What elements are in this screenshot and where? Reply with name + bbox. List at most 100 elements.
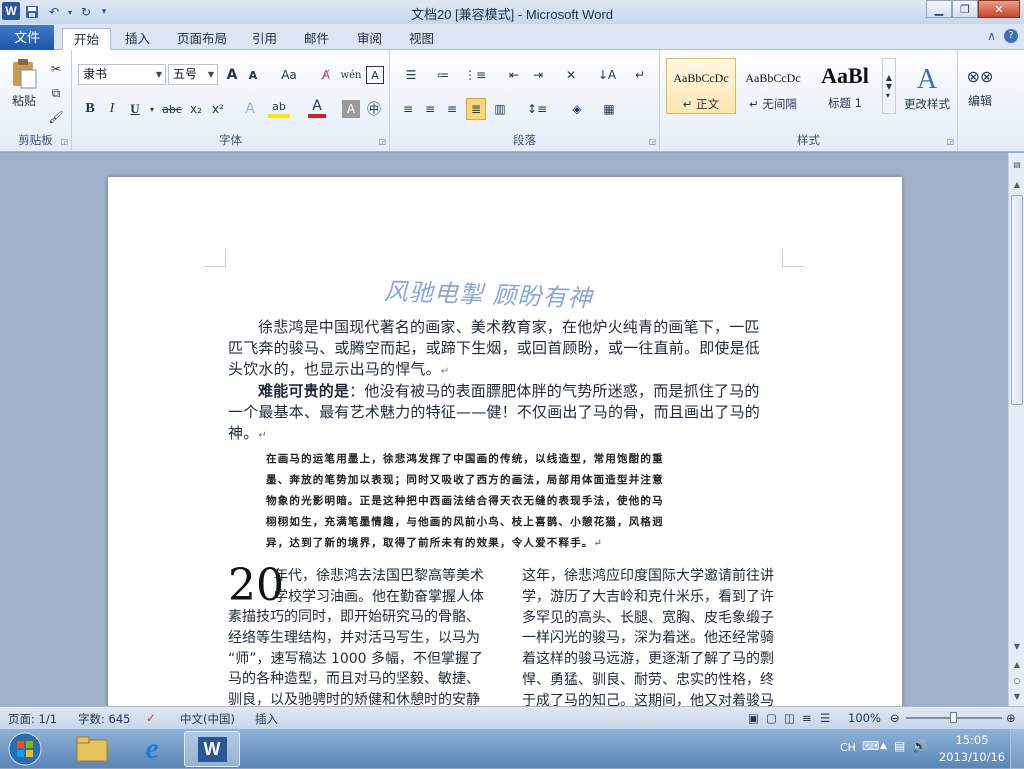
network-icon[interactable]: ▤ — [894, 739, 905, 753]
start-button[interactable] — [4, 731, 46, 767]
select-browse-object-icon[interactable]: ○ — [1011, 675, 1023, 687]
show-marks-icon[interactable]: ↵ — [630, 64, 650, 86]
save-icon[interactable] — [22, 2, 42, 22]
multilevel-list-icon[interactable]: ⋮≡ — [462, 64, 488, 86]
document-page[interactable]: 风驰电掣 顾盼有神 徐悲鸿是中国现代著名的画家、美术教育家，在他炉火纯青的画笔下… — [108, 177, 902, 706]
format-painter-icon[interactable]: 🖌 — [46, 106, 66, 128]
minimize-ribbon-icon[interactable]: ∧ — [987, 29, 996, 43]
tab-references[interactable]: 引用 — [241, 28, 288, 50]
proofing-icon[interactable]: ✓ — [146, 711, 156, 725]
redo-icon[interactable]: ↻ — [76, 2, 96, 22]
tab-review[interactable]: 审阅 — [346, 28, 393, 50]
numbering-icon[interactable]: ≔ — [430, 64, 456, 86]
word-app-icon[interactable]: W — [2, 2, 20, 20]
tab-home[interactable]: 开始 — [62, 28, 112, 51]
increase-indent-icon[interactable]: ⇥ — [528, 64, 548, 86]
font-launcher-icon[interactable]: ◲ — [378, 137, 386, 146]
superscript-button[interactable]: x² — [208, 98, 228, 120]
print-layout-view-icon[interactable]: ▣ — [748, 711, 759, 725]
paragraph-launcher-icon[interactable]: ◲ — [648, 137, 656, 146]
page-indicator[interactable]: 页面: 1/1 — [8, 711, 57, 727]
full-screen-view-icon[interactable]: ▢ — [766, 711, 777, 725]
align-center-icon[interactable]: ≡ — [420, 98, 440, 120]
ie-taskbar-icon[interactable]: e — [124, 731, 180, 767]
undo-icon[interactable]: ↶ — [44, 2, 64, 22]
bold-button[interactable]: B — [80, 98, 100, 120]
explorer-taskbar-icon[interactable] — [64, 731, 120, 767]
outline-view-icon[interactable]: ≡ — [802, 711, 812, 725]
volume-icon[interactable]: 🔊 — [912, 739, 927, 753]
change-styles-button[interactable]: A 更改样式 — [900, 56, 954, 120]
sort-icon[interactable]: ↓A — [596, 64, 618, 86]
styles-scroll[interactable]: ▲ ▼ ▾ — [882, 58, 896, 114]
customize-qat-icon[interactable]: ▾ — [98, 2, 110, 22]
grow-font-icon[interactable]: A — [222, 64, 242, 86]
font-size-select[interactable]: 五号 ▼ — [168, 64, 218, 85]
justify-icon[interactable]: ≣ — [466, 98, 486, 120]
tab-page-layout[interactable]: 页面布局 — [166, 28, 238, 50]
styles-launcher-icon[interactable]: ◲ — [946, 137, 954, 146]
bullets-icon[interactable]: ☰ — [398, 64, 424, 86]
clock-date[interactable]: 2013/10/16 — [938, 750, 1006, 764]
minimize-button[interactable]: ▁ — [926, 0, 952, 18]
close-button[interactable]: ✕ — [978, 0, 1020, 18]
editing-button[interactable]: ⊗⊗ 编辑 — [962, 58, 998, 118]
web-layout-view-icon[interactable]: ◫ — [784, 711, 795, 725]
borders-icon[interactable]: ▦ — [596, 98, 622, 120]
character-shading-icon[interactable]: A — [342, 100, 360, 118]
undo-dropdown-icon[interactable]: ▾ — [66, 2, 74, 22]
next-page-icon[interactable]: ▼ — [1011, 691, 1023, 703]
scroll-down-icon[interactable]: ▼ — [1011, 641, 1023, 653]
input-language[interactable]: CH — [840, 741, 856, 754]
tab-view[interactable]: 视图 — [398, 28, 445, 50]
cut-icon[interactable]: ✂ — [46, 58, 66, 80]
ruler-toggle-icon[interactable]: ▤ — [1011, 159, 1023, 171]
zoom-out-icon[interactable]: ⊖ — [890, 711, 900, 725]
zoom-level[interactable]: 100% — [848, 711, 881, 725]
tray-expand-icon[interactable]: ▲ — [880, 741, 887, 751]
restore-button[interactable]: ❐ — [952, 0, 978, 18]
language-indicator[interactable]: 中文(中国) — [180, 711, 235, 727]
tab-mailings[interactable]: 邮件 — [293, 28, 340, 50]
style-no-spacing[interactable]: AaBbCcDc ↵ 无间隔 — [738, 58, 808, 114]
word-taskbar-icon[interactable]: W — [184, 731, 240, 767]
paste-button[interactable]: 粘贴 — [6, 54, 42, 112]
help-icon[interactable]: ? — [1004, 29, 1018, 43]
tab-insert[interactable]: 插入 — [114, 28, 161, 50]
font-name-select[interactable]: 隶书 ▼ — [78, 64, 166, 85]
tab-file[interactable]: 文件 — [0, 25, 54, 50]
vertical-scrollbar[interactable]: ▤ ▲ ▼ ▲ ○ ▼ — [1008, 153, 1024, 706]
scroll-up-icon[interactable]: ▲ — [1011, 179, 1023, 191]
chinese-layout-icon[interactable]: ✕ — [558, 64, 584, 86]
strikethrough-button[interactable]: abc — [160, 98, 184, 120]
line-spacing-icon[interactable]: ↕≡ — [524, 98, 550, 120]
draft-view-icon[interactable]: ☰ — [820, 711, 830, 725]
insert-mode[interactable]: 插入 — [255, 711, 278, 727]
zoom-slider-thumb[interactable] — [950, 712, 957, 723]
style-heading-1[interactable]: AaBl 标题 1 — [810, 58, 880, 114]
phonetic-guide-icon[interactable]: wén — [340, 64, 362, 86]
clipboard-launcher-icon[interactable]: ◲ — [60, 137, 68, 146]
zoom-in-icon[interactable]: ⊕ — [1006, 711, 1016, 725]
show-desktop-button[interactable] — [1010, 729, 1024, 769]
character-border-icon[interactable]: A — [366, 66, 384, 84]
clear-formatting-icon[interactable]: A̸ — [316, 64, 336, 86]
word-count[interactable]: 字数: 645 — [78, 711, 130, 727]
copy-icon[interactable]: ⧉ — [46, 82, 66, 104]
highlight-icon[interactable]: ab — [268, 98, 290, 118]
distributed-icon[interactable]: ▥ — [490, 98, 510, 120]
previous-page-icon[interactable]: ▲ — [1011, 659, 1023, 671]
subscript-button[interactable]: x₂ — [186, 98, 206, 120]
align-left-icon[interactable]: ≡ — [398, 98, 418, 120]
scrollbar-thumb[interactable] — [1011, 195, 1023, 405]
shrink-font-icon[interactable]: A — [244, 64, 262, 86]
style-normal[interactable]: AaBbCcDc ↵ 正文 — [666, 58, 736, 114]
underline-button[interactable]: U — [124, 98, 146, 120]
change-case-icon[interactable]: Aa — [276, 64, 302, 86]
enclose-characters-icon[interactable]: ㊥ — [364, 98, 384, 120]
italic-button[interactable]: I — [102, 98, 122, 120]
keyboard-icon[interactable]: ⌨ — [862, 739, 879, 753]
font-color-icon[interactable]: A — [308, 98, 326, 118]
shading-icon[interactable]: ◈ — [564, 98, 590, 120]
text-effects-icon[interactable]: A — [240, 98, 260, 120]
